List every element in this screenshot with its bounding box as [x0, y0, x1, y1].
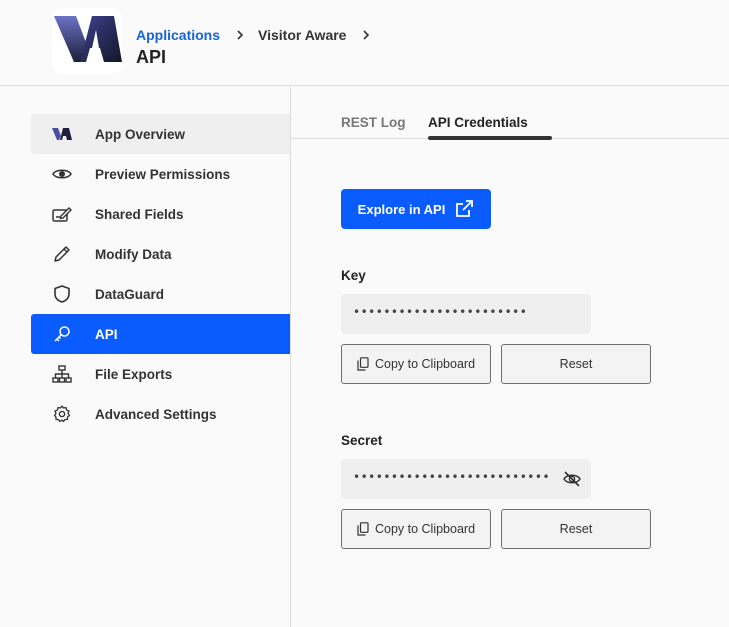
copy-key-button[interactable]: Copy to Clipboard	[341, 344, 491, 384]
breadcrumb: Applications Visitor Aware	[136, 26, 384, 44]
sitemap-icon	[51, 363, 73, 385]
eye-off-icon[interactable]	[562, 469, 582, 489]
sidebar-item-shared-fields[interactable]: Shared Fields	[31, 194, 290, 234]
eye-icon	[51, 163, 73, 185]
sidebar-item-label: DataGuard	[95, 286, 165, 302]
chevron-right-icon	[363, 30, 370, 40]
secret-label: Secret	[341, 433, 383, 448]
tab-rest-log[interactable]: REST Log	[341, 115, 406, 130]
copy-icon	[357, 357, 369, 371]
copy-key-label: Copy to Clipboard	[374, 357, 476, 371]
va-logo-icon	[51, 123, 73, 145]
tab-bar: REST Log API Credentials	[291, 87, 729, 139]
explore-in-api-label: Explore in API	[357, 201, 446, 217]
reset-secret-button[interactable]: Reset	[501, 509, 651, 549]
breadcrumb-applications-link[interactable]: Applications	[136, 27, 220, 43]
gear-icon	[51, 403, 73, 425]
external-link-icon	[456, 200, 474, 217]
secret-field[interactable]: ••••••••••••••••••••••••••	[341, 459, 591, 499]
sidebar-item-label: Advanced Settings	[95, 406, 217, 422]
tab-api-credentials[interactable]: API Credentials	[428, 115, 528, 130]
sidebar-item-app-overview[interactable]: App Overview	[31, 114, 290, 154]
sidebar-item-label: Modify Data	[95, 246, 172, 262]
sidebar-item-api[interactable]: API	[31, 314, 290, 354]
pencil-icon	[51, 243, 73, 265]
reset-secret-label: Reset	[559, 522, 593, 536]
sidebar-item-label: App Overview	[95, 126, 186, 142]
explore-in-api-button[interactable]: Explore in API	[341, 189, 491, 229]
shared-fields-icon	[51, 203, 73, 225]
reset-key-button[interactable]: Reset	[501, 344, 651, 384]
copy-icon	[357, 522, 369, 536]
sidebar-item-dataguard[interactable]: DataGuard	[31, 274, 290, 314]
sidebar-item-label: Shared Fields	[95, 206, 184, 222]
sidebar-item-preview-permissions[interactable]: Preview Permissions	[31, 154, 290, 194]
sidebar-item-advanced-settings[interactable]: Advanced Settings	[31, 394, 290, 434]
key-icon	[51, 323, 73, 345]
secret-value: ••••••••••••••••••••••••••	[353, 470, 551, 484]
sidebar-item-file-exports[interactable]: File Exports	[31, 354, 290, 394]
copy-secret-label: Copy to Clipboard	[374, 522, 476, 536]
breadcrumb-visitor-aware-link[interactable]: Visitor Aware	[258, 27, 346, 43]
page-title: API	[136, 47, 167, 67]
active-tab-indicator	[428, 136, 552, 140]
sidebar-item-label: File Exports	[95, 366, 173, 382]
key-field[interactable]: •••••••••••••••••••••••	[341, 294, 591, 334]
sidebar-item-label: Preview Permissions	[95, 166, 231, 182]
reset-key-label: Reset	[559, 357, 593, 371]
sidebar-item-modify-data[interactable]: Modify Data	[31, 234, 290, 274]
key-label: Key	[341, 268, 366, 283]
sidebar-item-label: API	[95, 326, 118, 342]
app-header: Applications Visitor Aware API	[0, 0, 729, 86]
key-value: •••••••••••••••••••••••	[353, 305, 528, 319]
copy-secret-button[interactable]: Copy to Clipboard	[341, 509, 491, 549]
va-logo-icon	[54, 16, 122, 62]
app-logo	[52, 8, 122, 74]
shield-icon	[51, 283, 73, 305]
chevron-right-icon	[237, 30, 244, 40]
